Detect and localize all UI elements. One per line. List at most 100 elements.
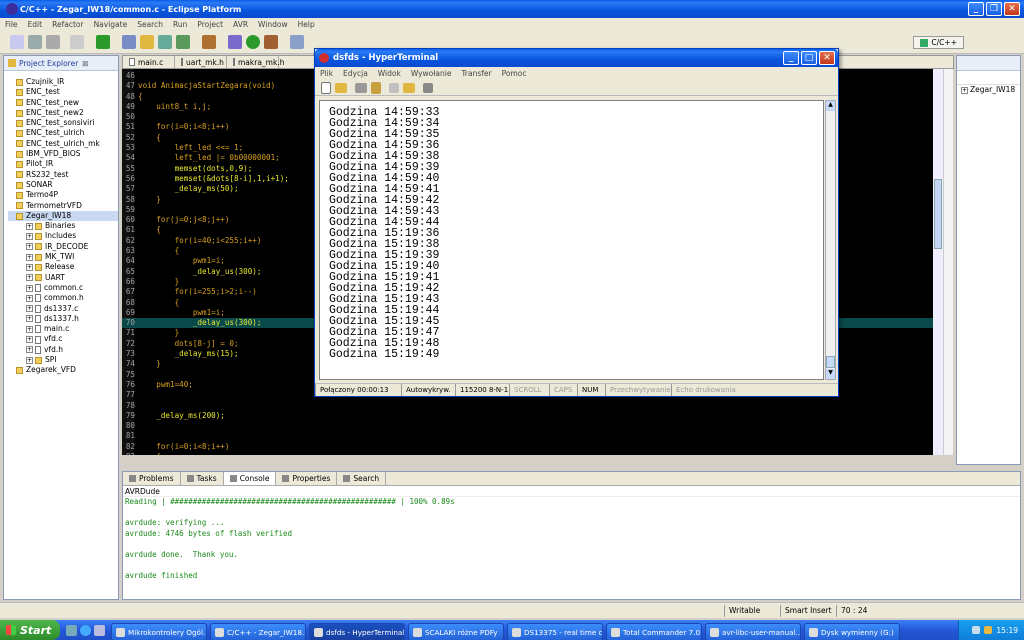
ht-menu-item[interactable]: Pomoc xyxy=(497,69,532,78)
tree-item[interactable]: + SPI xyxy=(8,355,118,365)
tree-item[interactable]: ENC_test_new2 xyxy=(8,108,118,118)
tree-item[interactable]: + common.h xyxy=(8,293,118,303)
quick-launch-icon[interactable] xyxy=(66,624,77,636)
restore-button[interactable]: ❐ xyxy=(986,2,1002,16)
terminal-screen[interactable]: Godzina 14:59:33 Godzina 14:59:34 Godzina … xyxy=(319,100,824,380)
expand-icon[interactable]: + xyxy=(26,222,33,230)
menu-project[interactable]: Project xyxy=(192,20,228,29)
bottom-tab-problems[interactable]: Problems xyxy=(123,472,181,485)
expand-icon[interactable]: + xyxy=(26,233,33,241)
tree-item[interactable]: Zegar_IW18 xyxy=(8,210,118,222)
expand-icon[interactable]: + xyxy=(26,305,33,313)
run-icon[interactable] xyxy=(246,35,260,49)
expand-icon[interactable]: + xyxy=(26,284,33,292)
tree-item[interactable]: ENC_test_ulrich xyxy=(8,128,118,138)
new-class-icon[interactable] xyxy=(158,35,172,49)
bottom-tab-tasks[interactable]: Tasks xyxy=(181,472,224,485)
taskbar-button[interactable]: Dysk wymienny (G:) xyxy=(804,623,900,640)
editor-tab[interactable]: main.c xyxy=(123,56,175,68)
menu-refactor[interactable]: Refactor xyxy=(47,20,88,29)
tools-icon[interactable] xyxy=(202,35,216,49)
search-icon[interactable] xyxy=(290,35,304,49)
perspective-switcher[interactable]: C/C++ xyxy=(913,35,964,49)
hyperterminal-close-button[interactable]: ✕ xyxy=(819,51,835,65)
tree-item[interactable]: + vfd.c xyxy=(8,334,118,344)
tree-item[interactable]: + Includes xyxy=(8,231,118,241)
expand-icon[interactable]: + xyxy=(26,336,33,344)
expand-icon[interactable]: + xyxy=(26,274,33,282)
desktop-icon[interactable] xyxy=(94,624,105,636)
expand-icon[interactable]: + xyxy=(26,325,33,333)
expand-icon[interactable]: + xyxy=(26,356,33,364)
eclipse-titlebar[interactable]: C/C++ - Zegar_IW18/common.c - Eclipse Pl… xyxy=(0,0,1024,18)
taskbar-button[interactable]: DS13375 - real time cl... xyxy=(507,623,603,640)
ht-menu-item[interactable]: Edycja xyxy=(338,69,373,78)
tree-item[interactable]: + UART xyxy=(8,273,118,283)
tree-item[interactable]: + ds1337.c xyxy=(8,304,118,314)
taskbar-button[interactable]: SCALAKI różne PDFy xyxy=(408,623,504,640)
tree-item[interactable]: ENC_test_new xyxy=(8,98,118,108)
tree-item[interactable]: + Binaries xyxy=(8,221,118,231)
tray-network-icon[interactable] xyxy=(972,626,981,634)
ie-icon[interactable] xyxy=(80,624,91,636)
tree-item[interactable]: SONAR xyxy=(8,180,118,190)
taskbar-button[interactable]: avr-libc-user-manual.... xyxy=(705,623,801,640)
expand-icon[interactable]: + xyxy=(26,315,33,323)
close-view-icon[interactable]: ⊠ xyxy=(82,59,88,68)
taskbar-button[interactable]: dsfds - HyperTerminal xyxy=(309,623,405,640)
receive-icon[interactable] xyxy=(403,82,415,93)
menu-avr[interactable]: AVR xyxy=(228,20,253,29)
tree-item[interactable]: + vfd.h xyxy=(8,345,118,355)
expand-icon[interactable]: + xyxy=(26,243,33,251)
tree-item[interactable]: + MK_TWI xyxy=(8,252,118,262)
tree-item[interactable]: Pilot_IR xyxy=(8,159,118,169)
terminal-scrollbar[interactable]: ▲ ▼ xyxy=(825,100,836,380)
properties-icon[interactable] xyxy=(423,82,433,93)
hyperterminal-maximize-button[interactable]: □ xyxy=(801,51,817,65)
new-icon[interactable] xyxy=(10,35,24,49)
external-tools-icon[interactable] xyxy=(264,35,278,49)
tree-item[interactable]: + Release xyxy=(8,262,118,272)
print-icon[interactable] xyxy=(46,35,60,49)
minimize-button[interactable]: _ xyxy=(968,2,984,16)
tree-item[interactable]: RS232_test xyxy=(8,170,118,180)
expand-icon[interactable]: + xyxy=(26,253,33,261)
tree-item[interactable]: Czujnik_IR xyxy=(8,77,118,87)
call-icon[interactable] xyxy=(355,82,367,93)
scroll-down-icon[interactable]: ▼ xyxy=(826,369,835,379)
tree-item[interactable]: ENC_test_ulrich_mk xyxy=(8,139,118,149)
send-icon[interactable] xyxy=(389,82,399,93)
expand-icon[interactable]: + xyxy=(26,346,33,354)
code-line[interactable]: 79 _delay_ms(200); xyxy=(122,411,944,421)
terminal-scroll-thumb[interactable] xyxy=(826,356,835,368)
menu-help[interactable]: Help xyxy=(293,20,320,29)
tree-item[interactable]: ENC_test_sonsiviri xyxy=(8,118,118,128)
menu-edit[interactable]: Edit xyxy=(23,20,48,29)
scroll-up-icon[interactable]: ▲ xyxy=(826,101,835,111)
tree-item[interactable]: Zegarek_VFD xyxy=(8,365,118,375)
tree-item[interactable]: + main.c xyxy=(8,324,118,334)
new-project-icon[interactable] xyxy=(122,35,136,49)
avr-upload-icon[interactable] xyxy=(96,35,110,49)
menu-file[interactable]: File xyxy=(0,20,23,29)
expand-icon[interactable]: + xyxy=(26,294,33,302)
ht-menu-item[interactable]: Plik xyxy=(315,69,338,78)
tree-item[interactable]: + common.c xyxy=(8,283,118,293)
tray-volume-icon[interactable] xyxy=(984,626,993,634)
editor-tab[interactable]: makra_mk.h xyxy=(227,56,284,68)
close-button[interactable]: ✕ xyxy=(1004,2,1020,16)
tree-item[interactable]: IBM_VFD_BIOS xyxy=(8,149,118,159)
expand-icon[interactable]: + xyxy=(961,86,968,94)
new-connection-icon[interactable] xyxy=(321,81,331,94)
bottom-tab-console[interactable]: Console xyxy=(223,472,277,485)
menu-window[interactable]: Window xyxy=(253,20,293,29)
expand-icon[interactable]: + xyxy=(26,263,33,271)
editor-tab[interactable]: uart_mk.h xyxy=(175,56,227,68)
code-line[interactable]: 83 { xyxy=(122,452,944,455)
editor-vertical-scrollbar[interactable] xyxy=(933,69,943,455)
outline-item[interactable]: + Zegar_IW18 xyxy=(957,85,1020,95)
menu-run[interactable]: Run xyxy=(168,20,192,29)
folder-icon[interactable] xyxy=(140,35,154,49)
taskbar-button[interactable]: C/C++ - Zegar_IW18... xyxy=(210,623,306,640)
editor-scroll-thumb[interactable] xyxy=(934,179,942,249)
